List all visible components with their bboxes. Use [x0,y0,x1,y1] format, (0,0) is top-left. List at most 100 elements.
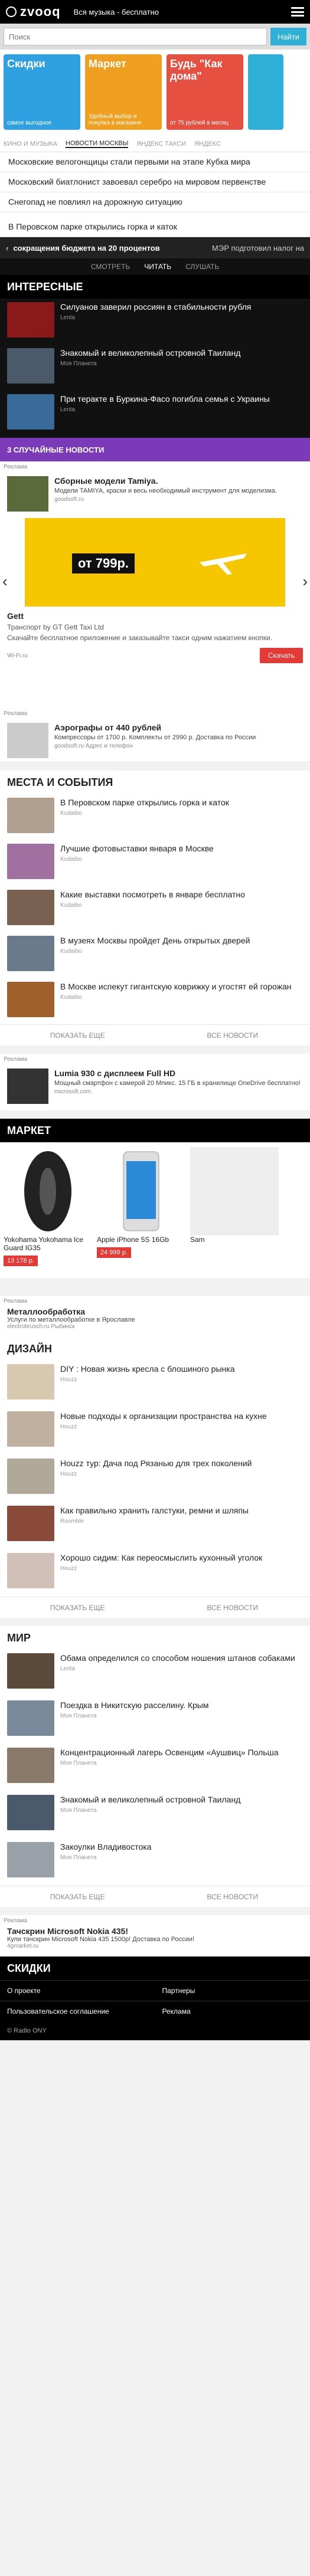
search-input[interactable] [4,28,267,45]
item-source: Моя Планета [60,1807,97,1814]
market-card[interactable]: Sam [190,1147,279,1273]
ad-title[interactable]: Металлообработка [7,1307,303,1316]
ad-label: Реклама [4,710,28,717]
gett-title: Gett [7,611,24,621]
item-source: Моя Планета [60,1713,97,1719]
ad-tamiya[interactable]: Сборные модели Tamiya. Модели TAMIYA, кр… [0,473,310,513]
show-more-button[interactable]: ПОКАЗАТЬ ЕЩЕ [0,1597,155,1618]
promo-carousel: Скидки самое выгодное Маркет Удобный выб… [0,50,310,136]
gett-ad[interactable]: ‹ › от 799р. Gett Транспорт by GT Gett T… [0,513,310,708]
chevron-right-icon[interactable]: › [302,572,308,591]
list-item[interactable]: Закоулки Владивостока Моя Планета [0,1838,310,1886]
tab-watch[interactable]: СМОТРЕТЬ [91,263,130,271]
airplane-icon [200,553,247,575]
item-source: Houzz [60,1565,77,1572]
item-title: Поездка в Никитскую расселину. Крым [60,1700,209,1710]
list-item[interactable]: Знакомый и великолепный островной Таилан… [0,345,310,391]
list-item[interactable]: Хорошо сидим: Как переосмыслить кухонный… [0,1549,310,1597]
page: zvooq Вся музыка - бесплатно Найти Скидк… [0,0,310,2576]
news-row[interactable]: Московские велогонщицы стали первыми на … [0,152,310,172]
chevron-left-icon[interactable]: ‹ [2,572,8,591]
footer-link-partners[interactable]: Партнеры [155,1980,310,2001]
promo-sub: самое выгодное [7,120,52,126]
ad-title[interactable]: Тачскрин Microsoft Nokia 435! [7,1926,303,1936]
news-ticker[interactable]: ‹ сокращения бюджета на 20 процентов МЭР… [0,237,310,258]
ad-desc: Купи тачскрин Microsoft Nokia 435 1500р!… [7,1936,194,1943]
thumbnail [7,844,54,879]
ad-url: goodsoft.ru [54,496,84,503]
thumbnail [7,798,54,833]
tab-yandex[interactable]: ЯНДЕКС [194,140,221,148]
list-item[interactable]: DIY : Новая жизнь кресла с блошиного рын… [0,1361,310,1408]
list-item[interactable]: В Перовском парке открылись горка и като… [0,794,310,840]
ad-thumbnail [7,723,48,758]
tab-read[interactable]: ЧИТАТЬ [144,263,171,271]
list-item[interactable]: Лучшие фотовыставки января в Москве Kudai… [0,840,310,886]
promo-card-home[interactable]: Будь "Как дома" от 75 рублей в месяц [167,54,243,130]
market-card[interactable]: Yokohama Yokohama Ice Guard IG35 13 178 … [4,1147,92,1273]
list-item[interactable]: Houzz тур: Дача под Рязанью для трех пок… [0,1455,310,1502]
list-item[interactable]: Силуанов заверил россиян в стабильности … [0,299,310,345]
promo-text[interactable]: Вся музыка - бесплатно [74,8,291,17]
all-news-button[interactable]: ВСЕ НОВОСТИ [155,1886,310,1907]
footer-title[interactable]: СКИДКИ [0,1956,310,1980]
item-title: При теракте в Буркина-Фасо погибла семья… [60,394,270,404]
list-item[interactable]: В музеях Москвы пройдет День открытых дв… [0,932,310,978]
list-item[interactable]: Знакомый и великолепный островной Таилан… [0,1791,310,1838]
list-item[interactable]: В Москве испекут гигантскую коврижку и у… [0,978,310,1024]
gett-desc: Скачайте бесплатное приложение и заказыв… [7,634,272,642]
logo[interactable]: zvooq [20,4,61,19]
list-item[interactable]: Как правильно хранить галстуки, ремни и … [0,1502,310,1549]
item-title: Знакомый и великолепный островной Таилан… [60,1795,241,1804]
ad-desc: Мощный смартфон с камерой 20 Мпикс. 15 Г… [54,1080,301,1087]
product-title: Apple iPhone 5S 16Gb [97,1235,169,1244]
all-news-button[interactable]: ВСЕ НОВОСТИ [155,1597,310,1618]
news-row[interactable]: В Перовском парке открылись горка и като… [0,212,310,237]
ad-label: Реклама [4,1298,28,1305]
user-icon[interactable] [6,6,17,17]
list-item[interactable]: Поездка в Никитскую расселину. Крым Моя П… [0,1697,310,1744]
tab-listen[interactable]: СЛУШАТЬ [185,263,219,271]
item-title: DIY : Новая жизнь кресла с блошиного рын… [60,1364,235,1374]
show-more-button[interactable]: ПОКАЗАТЬ ЕЩЕ [0,1886,155,1907]
list-item[interactable]: Новые подходы к организации пространства… [0,1408,310,1455]
thumbnail [7,1459,54,1494]
product-image [97,1147,185,1235]
item-source: Houzz [60,1471,77,1477]
news-row[interactable]: Московский биатлонист завоевал серебро н… [0,172,310,192]
item-source: Моя Планета [60,1760,97,1767]
all-news-button[interactable]: ВСЕ НОВОСТИ [155,1025,310,1046]
thumbnail [7,1553,54,1588]
footer-link-ads[interactable]: Реклама [155,2001,310,2021]
download-button[interactable]: Скачать [260,648,303,663]
ad-block-1: Реклама Сборные модели Tamiya. Модели TA… [0,461,310,513]
item-source: Roomble [60,1518,84,1525]
random-news-button[interactable]: 3 СЛУЧАЙНЫЕ НОВОСТИ [0,438,310,461]
item-title: В музеях Москвы пройдет День открытых дв… [60,936,250,945]
item-title: Закоулки Владивостока [60,1842,152,1851]
ad-airbrush[interactable]: Аэрографы от 440 рублей Компрессоры от 1… [0,719,310,761]
news-row[interactable]: Снегопад не повлиял на дорожную ситуацию [0,192,310,212]
list-item[interactable]: Какие выставки посмотреть в январе беспл… [0,886,310,932]
footer-link-terms[interactable]: Пользовательское соглашение [0,2001,155,2021]
footer-link-about[interactable]: О проекте [0,1980,155,2001]
promo-card-sales[interactable]: Скидки самое выгодное [4,54,80,130]
chevron-left-icon[interactable]: ‹ [6,244,8,253]
search-button[interactable]: Найти [270,28,306,45]
tab-moscow-news[interactable]: НОВОСТИ МОСКВЫ [65,140,129,148]
promo-sub: от 75 рублей в месяц [170,120,229,126]
list-item[interactable]: Концентрационный лагерь Освенцим «Аушвиц… [0,1744,310,1791]
promo-card-market[interactable]: Маркет Удобный выбор и покупка в магазин… [85,54,162,130]
tab-yandex-taxi[interactable]: ЯНДЕКС ТАКСИ [136,140,186,148]
ad-lumia[interactable]: Lumia 930 с дисплеем Full HD Мощный смар… [0,1065,310,1107]
tab-cinema[interactable]: КИНО И МУЗЫКА [4,140,57,148]
list-item[interactable]: Обама определился со способом ношения шт… [0,1650,310,1697]
show-more-button[interactable]: ПОКАЗАТЬ ЕЩЕ [0,1025,155,1046]
item-title: Новые подходы к организации пространства… [60,1411,267,1421]
promo-card-partial[interactable] [248,54,283,130]
item-title: Концентрационный лагерь Освенцим «Аушвиц… [60,1748,279,1757]
market-card[interactable]: Apple iPhone 5S 16Gb 24 999 р. [97,1147,185,1273]
list-item[interactable]: При теракте в Буркина-Фасо погибла семья… [0,391,310,438]
menu-icon[interactable] [291,7,304,17]
gett-badge: Wi-Fi.ru [7,652,28,659]
